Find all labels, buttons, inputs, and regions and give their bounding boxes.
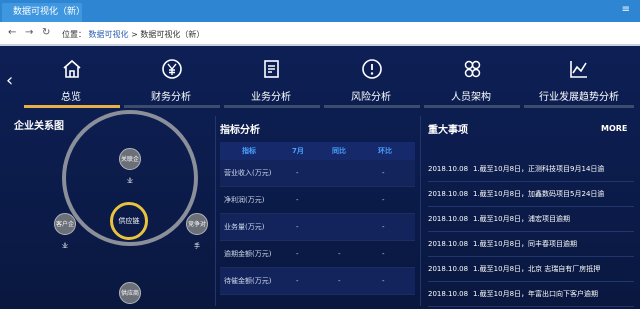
col-month: 7月 bbox=[292, 147, 304, 155]
breadcrumb-separator: > bbox=[131, 30, 138, 39]
col-indicator: 指标 bbox=[242, 147, 256, 155]
nav-underline bbox=[424, 105, 520, 108]
indicators-title: 指标分析 bbox=[220, 125, 260, 136]
panel-divider bbox=[420, 116, 421, 306]
home-icon bbox=[63, 59, 81, 78]
nav-underline bbox=[524, 105, 634, 108]
nav-label: 风险分析 bbox=[351, 92, 391, 103]
nav-label: 行业发展趋势分析 bbox=[539, 92, 619, 103]
more-link[interactable]: MORE bbox=[601, 124, 627, 133]
menu-icon[interactable]: ≡ bbox=[622, 4, 630, 15]
panel-divider bbox=[215, 116, 216, 306]
breadcrumb-link-1[interactable]: 数据可视化 bbox=[89, 30, 129, 39]
node-right[interactable]: 竞争对手 bbox=[186, 213, 208, 250]
node-top[interactable]: 关联企业 bbox=[119, 148, 141, 185]
nav-underline bbox=[124, 105, 220, 108]
forward-arrow-icon[interactable]: → bbox=[25, 27, 33, 38]
browser-titlebar: 数据可视化（新） ≡ bbox=[0, 0, 640, 22]
list-item[interactable]: 2018.10.08 1.截至10月8日，同丰春项目逾期 bbox=[428, 232, 634, 257]
list-item[interactable]: 2018.10.08 1.截至10月8日，加鑫数码项目5月24日逾 bbox=[428, 182, 634, 207]
list-item[interactable]: 2018.10.08 1.截至10月8日，年富出口向下客户逾期 bbox=[428, 282, 634, 307]
nav-business[interactable]: 业务分析 bbox=[222, 46, 320, 108]
location-label: 位置： bbox=[62, 30, 86, 39]
node-bottom[interactable]: 供应商 bbox=[119, 282, 141, 304]
refresh-icon[interactable]: ↻ bbox=[42, 27, 50, 38]
yen-icon bbox=[162, 59, 182, 79]
breadcrumb: 位置： 数据可视化 > 数据可视化（新） bbox=[62, 29, 204, 40]
events-title: 重大事项 bbox=[428, 125, 468, 136]
nav-industry[interactable]: 行业发展趋势分析 bbox=[522, 46, 636, 108]
list-item[interactable]: 2018.10.08 1.截至10月8日，北京 志瑞自有厂房抵押 bbox=[428, 257, 634, 282]
nav-label: 财务分析 bbox=[151, 92, 191, 103]
breadcrumb-current: 数据可视化（新） bbox=[140, 30, 205, 39]
node-center[interactable]: 供应链 bbox=[110, 202, 148, 240]
nav-underline bbox=[324, 105, 420, 108]
trend-icon bbox=[570, 61, 587, 78]
nav-label: 总览 bbox=[61, 92, 81, 103]
nav-label: 人员架构 bbox=[451, 92, 491, 103]
col-mom: 环比 bbox=[378, 147, 392, 155]
table-row[interactable]: 逾期金额(万元) - - - bbox=[220, 241, 415, 268]
back-chevron-icon[interactable]: ‹ bbox=[6, 70, 13, 91]
nav-risk[interactable]: 风险分析 bbox=[322, 46, 420, 108]
address-bar: ← → ↻ 位置： 数据可视化 > 数据可视化（新） bbox=[0, 22, 640, 46]
alert-icon bbox=[362, 59, 382, 79]
table-row[interactable]: 待催金额(万元) - - - bbox=[220, 268, 415, 295]
table-header: 指标 7月 同比 环比 bbox=[220, 142, 415, 160]
nav-label: 业务分析 bbox=[251, 92, 291, 103]
back-arrow-icon[interactable]: ← bbox=[8, 27, 16, 38]
nav-underline bbox=[224, 105, 320, 108]
nav-overview[interactable]: 总览 bbox=[22, 46, 120, 108]
nav-underline bbox=[24, 105, 120, 108]
people-icon bbox=[464, 60, 481, 78]
indicator-table: 指标 7月 同比 环比 营业收入(万元) - - 净利润(万元) - - 业务量(万元)… bbox=[220, 142, 415, 295]
table-row[interactable]: 净利润(万元) - - bbox=[220, 187, 415, 214]
table-body: 营业收入(万元) - - 净利润(万元) - - 业务量(万元) - - 逾期金额(万元) -… bbox=[220, 160, 415, 295]
node-left[interactable]: 客户企业 bbox=[54, 213, 76, 250]
table-row[interactable]: 营业收入(万元) - - bbox=[220, 160, 415, 187]
list-item[interactable]: 2018.10.08 1.截至10月8日，浦宏项目逾期 bbox=[428, 207, 634, 232]
event-list: 2018.10.08 1.截至10月8日，正测科技项目9月14日逾 2018.10… bbox=[428, 157, 634, 307]
list-item[interactable]: 2018.10.08 1.截至10月8日，正测科技项目9月14日逾 bbox=[428, 157, 634, 182]
nav-finance[interactable]: 财务分析 bbox=[122, 46, 220, 108]
relations-title: 企业关系图 bbox=[14, 121, 64, 132]
table-row[interactable]: 业务量(万元) - - bbox=[220, 214, 415, 241]
col-yoy: 同比 bbox=[332, 147, 346, 155]
nav-staff[interactable]: 人员架构 bbox=[422, 46, 520, 108]
document-icon bbox=[264, 60, 279, 78]
browser-tab[interactable]: 数据可视化（新） bbox=[2, 3, 85, 22]
